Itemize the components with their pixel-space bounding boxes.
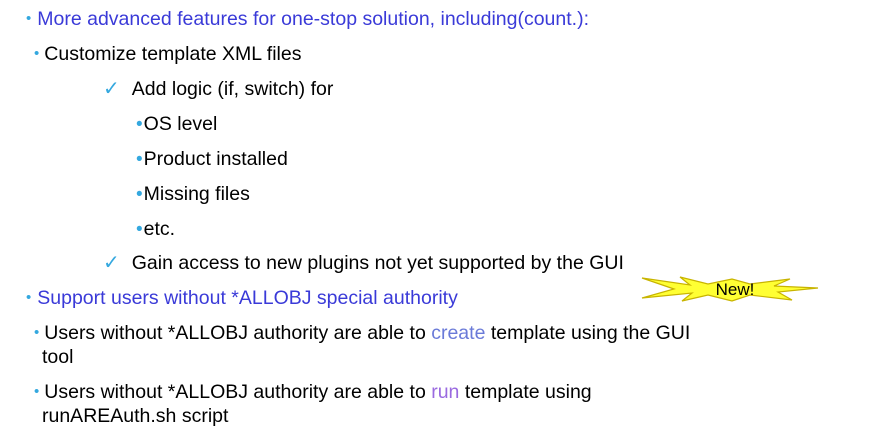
bullet-line-10: • Users without *ALLOBJ authority are abl…: [34, 322, 690, 344]
bullet-line-4: •OS level: [136, 113, 217, 136]
bullet-line-11: tool: [42, 346, 73, 368]
text-segment: template using the GUI: [485, 322, 691, 344]
bullet-dot: •: [34, 324, 40, 341]
bullet-line-12: • Users without *ALLOBJ authority are abl…: [34, 381, 592, 403]
bullet-dot: •: [34, 45, 40, 62]
highlight-run: run: [431, 381, 460, 403]
bullet-line-8: ✓ Gain access to new plugins not yet supp…: [103, 252, 624, 274]
bullet-line-1: • More advanced features for one-stop sol…: [26, 8, 589, 30]
item-os-level: OS level: [143, 113, 218, 135]
item-add-logic: Add logic (if, switch) for: [131, 78, 334, 100]
item-missing-files: Missing files: [143, 183, 250, 205]
new-badge-label: New!: [716, 280, 755, 299]
text-segment: Users without *ALLOBJ authority are able…: [44, 322, 432, 344]
new-starburst-badge: New!: [641, 276, 819, 302]
bullet-dot: •: [26, 289, 32, 306]
bullet-line-9: • Support users without *ALLOBJ special a…: [26, 287, 458, 309]
highlight-create: create: [431, 322, 486, 344]
item-etc: etc.: [143, 218, 176, 240]
bullet-line-2: • Customize template XML files: [34, 43, 301, 65]
bullet-dot: •: [136, 219, 143, 240]
heading-support-users: Support users without *ALLOBJ special au…: [37, 287, 458, 309]
text-continuation: runAREAuth.sh script: [42, 405, 229, 427]
item-customize-xml: Customize template XML files: [44, 43, 302, 65]
text-segment: Users without *ALLOBJ authority are able…: [44, 381, 432, 403]
bullet-line-5: •Product installed: [136, 148, 288, 171]
bullet-dot: •: [26, 10, 32, 27]
bullet-line-3: ✓ Add logic (if, switch) for: [103, 78, 333, 100]
text-continuation: tool: [42, 346, 74, 368]
bullet-dot: •: [136, 149, 143, 170]
item-product-installed: Product installed: [143, 148, 288, 170]
item-gain-access: Gain access to new plugins not yet suppo…: [131, 252, 624, 274]
bullet-line-6: •Missing files: [136, 183, 250, 206]
bullet-line-7: •etc.: [136, 218, 175, 241]
bullet-dot: •: [34, 383, 40, 400]
checkmark-icon: ✓: [103, 78, 120, 100]
text-segment: template using: [459, 381, 592, 403]
bullet-line-13: runAREAuth.sh script: [42, 405, 228, 427]
heading-advanced-features: More advanced features for one-stop solu…: [37, 8, 589, 30]
bullet-dot: •: [136, 114, 143, 135]
checkmark-icon: ✓: [103, 252, 120, 274]
bullet-dot: •: [136, 184, 143, 205]
